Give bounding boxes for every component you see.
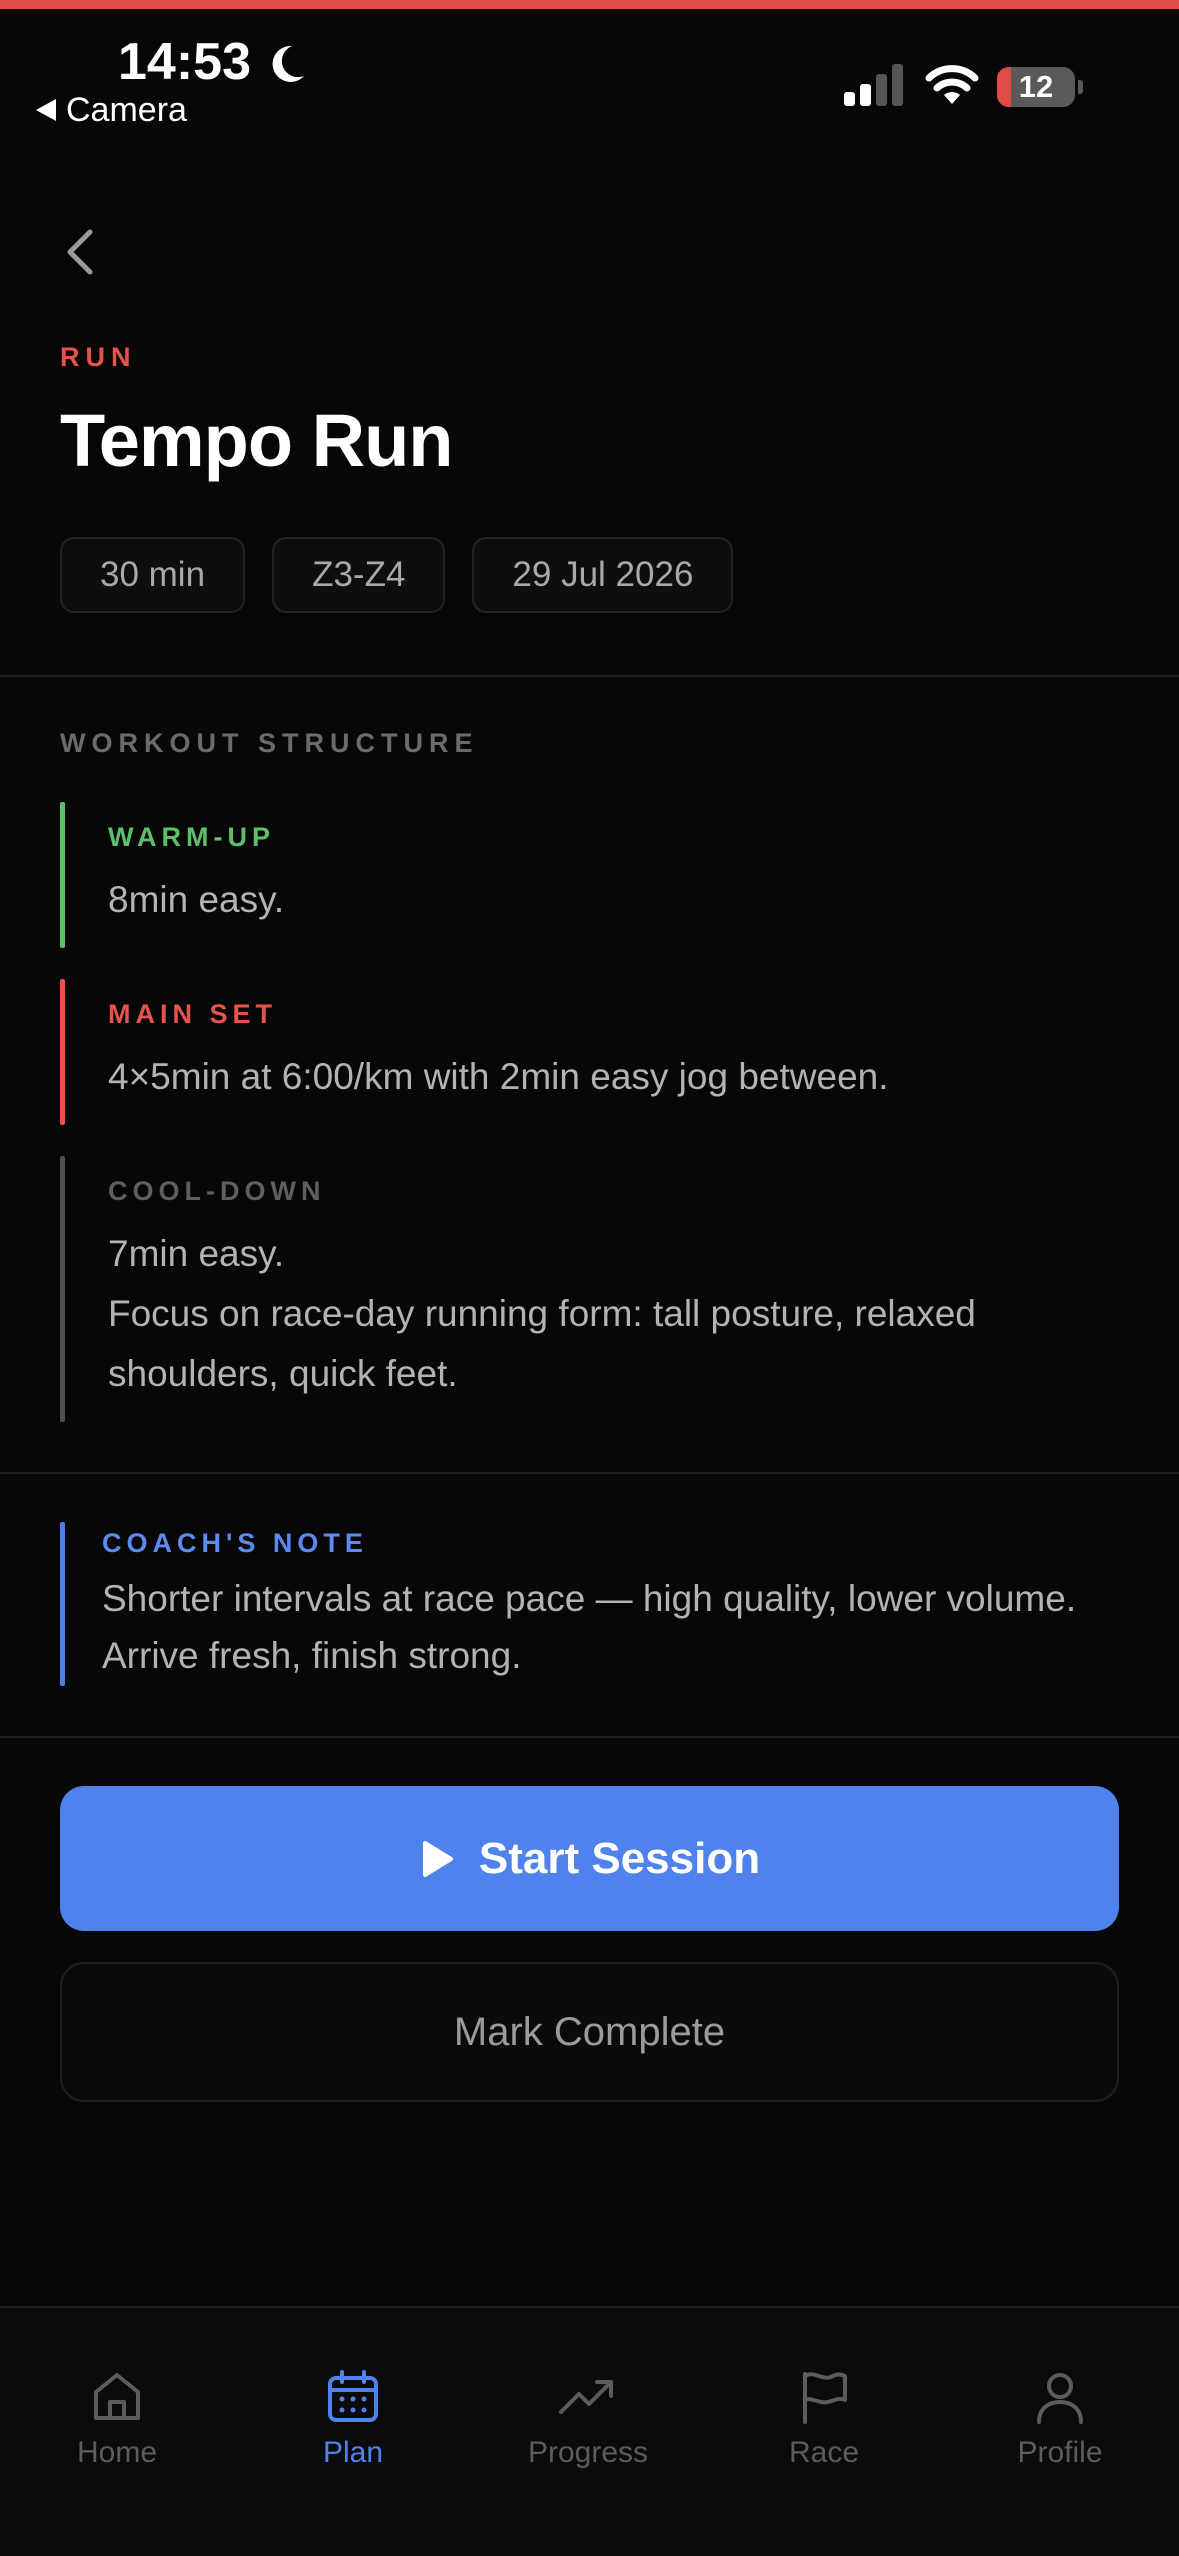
divider — [0, 675, 1179, 677]
tab-race[interactable]: Race — [724, 2366, 924, 2486]
back-triangle-icon — [36, 99, 56, 121]
cellular-signal-icon — [844, 64, 903, 106]
trending-up-icon — [559, 2380, 613, 2414]
tab-home[interactable]: Home — [17, 2366, 217, 2486]
cooldown-text-line1: 7min easy. — [108, 1233, 285, 1274]
divider — [0, 1736, 1179, 1738]
status-time: 14:53 — [118, 33, 251, 91]
start-session-label: Start Session — [478, 1833, 761, 1883]
main-set-text: 4×5min at 6:00/km with 2min easy jog bet… — [108, 1056, 889, 1097]
zone-chip: Z3-Z4 — [272, 537, 446, 613]
user-icon — [1037, 2373, 1083, 2424]
coach-note-label: COACH'S NOTE — [102, 1528, 368, 1558]
moon-icon — [272, 45, 304, 82]
cooldown-text: 7min easy. Focus on race-day running for… — [108, 1224, 1120, 1404]
tab-profile-label: Profile — [1017, 2436, 1103, 2469]
tab-progress-label: Progress — [527, 2436, 649, 2469]
home-icon — [94, 2373, 140, 2420]
wifi-icon — [925, 65, 979, 104]
main-set-accent-bar — [60, 979, 65, 1125]
tab-profile[interactable]: Profile — [960, 2366, 1160, 2486]
main-set-block: MAIN SET 4×5min at 6:00/km with 2min eas… — [60, 979, 1120, 1125]
page-title: Tempo Run — [60, 399, 453, 482]
cooldown-label: COOL-DOWN — [108, 1176, 326, 1206]
bottom-tab-bar: Home Plan Progress Race Profile — [0, 2306, 1179, 2556]
tab-plan-label: Plan — [322, 2436, 384, 2469]
tab-race-label: Race — [788, 2436, 860, 2469]
warmup-accent-bar — [60, 802, 65, 948]
battery-indicator: 12 — [997, 67, 1075, 107]
recording-indicator-bar — [0, 0, 1179, 9]
flag-icon — [803, 2372, 847, 2424]
date-chip: 29 Jul 2026 — [472, 537, 734, 613]
start-session-button[interactable]: Start Session — [60, 1786, 1119, 1931]
back-to-camera-link[interactable]: Camera — [36, 88, 187, 132]
duration-chip: 30 min — [60, 537, 246, 613]
divider — [0, 1472, 1179, 1474]
cooldown-block: COOL-DOWN 7min easy. Focus on race-day r… — [60, 1156, 1120, 1422]
cooldown-accent-bar — [60, 1156, 65, 1422]
warmup-text: 8min easy. — [108, 879, 285, 920]
chevron-left-icon[interactable] — [60, 224, 100, 280]
tab-plan[interactable]: Plan — [253, 2366, 453, 2486]
coach-note-accent-bar — [60, 1522, 65, 1686]
section-heading-structure: WORKOUT STRUCTURE — [60, 728, 479, 758]
back-app-label: Camera — [66, 90, 187, 129]
workout-category: RUN — [60, 342, 137, 372]
coach-note: COACH'S NOTE Shorter intervals at race p… — [60, 1522, 1120, 1686]
tab-progress[interactable]: Progress — [488, 2366, 688, 2486]
main-set-label: MAIN SET — [108, 999, 278, 1029]
coach-note-text: Shorter intervals at race pace — high qu… — [102, 1578, 1077, 1676]
cooldown-text-line2: Focus on race-day running form: tall pos… — [108, 1293, 976, 1394]
tab-home-label: Home — [76, 2436, 158, 2469]
play-icon — [422, 1840, 453, 1877]
calendar-icon — [328, 2370, 378, 2422]
mark-complete-button[interactable]: Mark Complete — [60, 1962, 1119, 2102]
workout-meta-chips: 30 min Z3-Z4 29 Jul 2026 — [60, 537, 734, 613]
battery-cap — [1078, 80, 1083, 94]
warmup-label: WARM-UP — [108, 822, 275, 852]
battery-level: 12 — [1018, 69, 1054, 104]
warmup-block: WARM-UP 8min easy. — [60, 802, 1120, 948]
